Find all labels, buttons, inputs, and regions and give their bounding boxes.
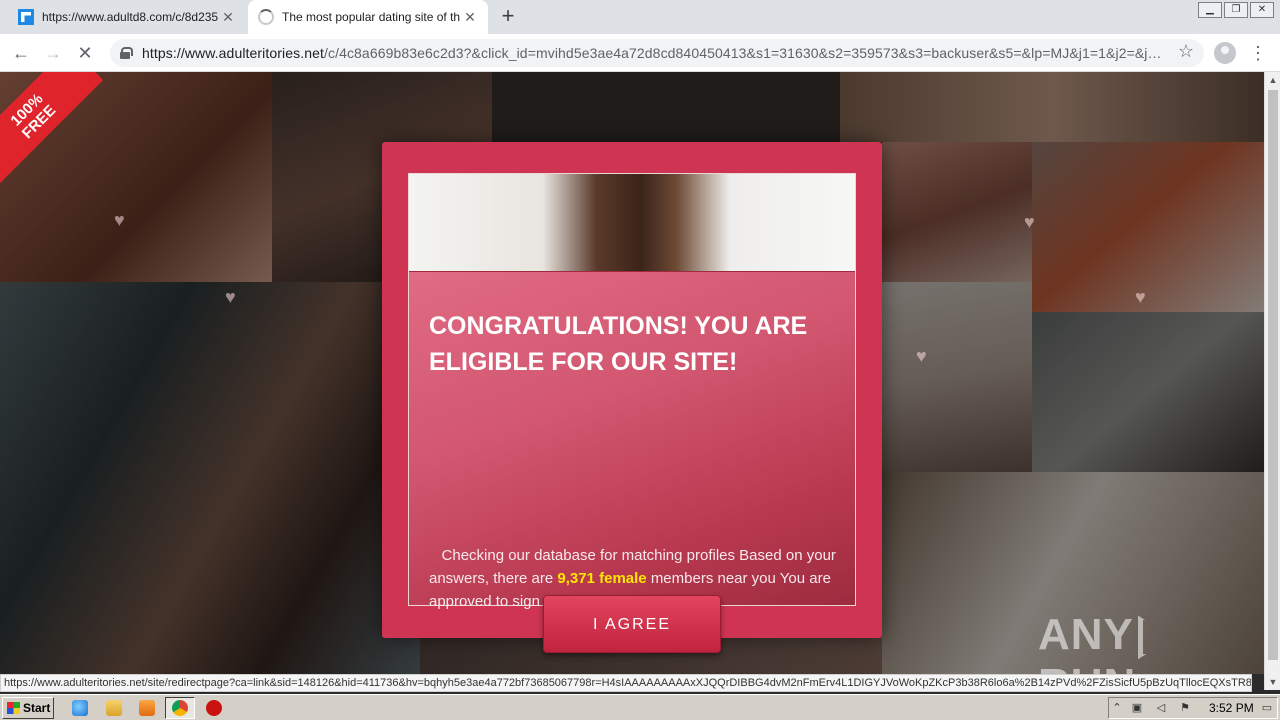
close-window-button[interactable]: ✕ [1250, 2, 1274, 18]
tray-expand-icon[interactable]: ⌃ [1111, 702, 1123, 714]
media-player-icon[interactable] [139, 700, 155, 716]
network-icon[interactable]: ▣ [1131, 702, 1143, 714]
forward-icon[interactable]: → [40, 40, 66, 66]
browser-toolbar: ← → ✕ https://www.adulteritories.net/c/4… [0, 34, 1280, 72]
menu-icon[interactable]: ⋮ [1248, 40, 1268, 66]
close-tab-icon[interactable]: ✕ [460, 9, 480, 26]
modal-photo-frame [408, 173, 856, 606]
watermark-right: RUN [1038, 660, 1136, 674]
heart-icon: ♥ [114, 210, 125, 230]
volume-icon[interactable]: ◁ [1155, 702, 1167, 714]
loading-spinner-icon [258, 9, 274, 25]
play-icon [1137, 615, 1172, 660]
tab-adultd8[interactable]: https://www.adultd8.com/c/8d2358 ✕ [8, 0, 246, 34]
member-count-highlight: 9,371 female [557, 570, 647, 587]
stop-icon[interactable]: ✕ [72, 40, 98, 66]
start-button[interactable]: Start [2, 697, 54, 719]
tab-strip: https://www.adultd8.com/c/8d2358 ✕ The m… [0, 0, 1280, 34]
url-text: https://www.adulteritories.net/c/4c8a669… [142, 45, 1204, 61]
scroll-thumb[interactable] [1268, 90, 1278, 660]
site-favicon-icon [18, 9, 34, 25]
model-photo-top [409, 174, 855, 272]
profile-icon[interactable] [1214, 42, 1236, 64]
window-controls: ▁ ❐ ✕ [1198, 2, 1274, 18]
heart-icon: ♥ [1024, 212, 1035, 232]
taskbar: Start ⌃ ▣ ◁ ⚑ 3:52 PM ▭ [0, 694, 1280, 720]
minimize-button[interactable]: ▁ [1198, 2, 1222, 18]
star-icon[interactable]: ☆ [1178, 41, 1194, 62]
lock-icon [120, 47, 133, 59]
page-scrollbar[interactable]: ▲ ▼ [1264, 72, 1280, 690]
action-center-flag-icon[interactable]: ⚑ [1179, 702, 1191, 714]
page-viewport: ♥ ♥ ♥ ♥ ♥ 100% FREE CONGRATULATIONS! YOU… [0, 72, 1264, 674]
close-tab-icon[interactable]: ✕ [218, 9, 238, 26]
address-bar[interactable]: https://www.adulteritories.net/c/4c8a669… [110, 39, 1204, 67]
heart-icon: ♥ [916, 346, 927, 366]
system-tray: ⌃ ▣ ◁ ⚑ 3:52 PM ▭ [1108, 697, 1278, 719]
internet-explorer-icon[interactable] [72, 700, 88, 716]
clock[interactable]: 3:52 PM [1209, 701, 1254, 715]
scroll-down-arrow-icon[interactable]: ▼ [1265, 674, 1280, 690]
heart-icon: ♥ [1135, 287, 1146, 307]
folder-icon[interactable] [106, 700, 122, 716]
tab-dating-site[interactable]: The most popular dating site of this ✕ [248, 0, 488, 34]
heart-icon: ♥ [225, 287, 236, 307]
url-path: /c/4c8a669b83e6c2d3?&click_id=mvihd5e3ae… [323, 45, 1162, 61]
show-desktop-icon[interactable]: ▭ [1261, 702, 1273, 714]
new-tab-button[interactable]: + [496, 5, 520, 28]
tab-title: The most popular dating site of this [282, 10, 460, 24]
windows-logo-icon [7, 702, 20, 714]
congrats-modal: CONGRATULATIONS! YOU ARE ELIGIBLE FOR OU… [382, 142, 882, 653]
status-bar-url: https://www.adulteritories.net/site/redi… [0, 674, 1252, 692]
opera-icon[interactable] [206, 700, 222, 716]
start-label: Start [23, 701, 51, 715]
modal-heading: CONGRATULATIONS! YOU ARE ELIGIBLE FOR OU… [429, 312, 808, 376]
agree-button[interactable]: I AGREE [543, 595, 721, 653]
back-icon[interactable]: ← [8, 40, 34, 66]
restore-button[interactable]: ❐ [1224, 2, 1248, 18]
chrome-taskbar-button[interactable] [165, 697, 195, 719]
watermark-left: ANY [1038, 610, 1134, 659]
tab-title: https://www.adultd8.com/c/8d2358 [42, 10, 218, 24]
url-host: https://www.adulteritories.net [142, 45, 324, 61]
free-ribbon: 100% FREE [0, 72, 120, 192]
scroll-up-arrow-icon[interactable]: ▲ [1265, 72, 1280, 88]
ribbon-banner: 100% FREE [0, 72, 104, 187]
chrome-icon [172, 700, 188, 716]
anyrun-watermark: ANYRUN [1038, 610, 1264, 674]
